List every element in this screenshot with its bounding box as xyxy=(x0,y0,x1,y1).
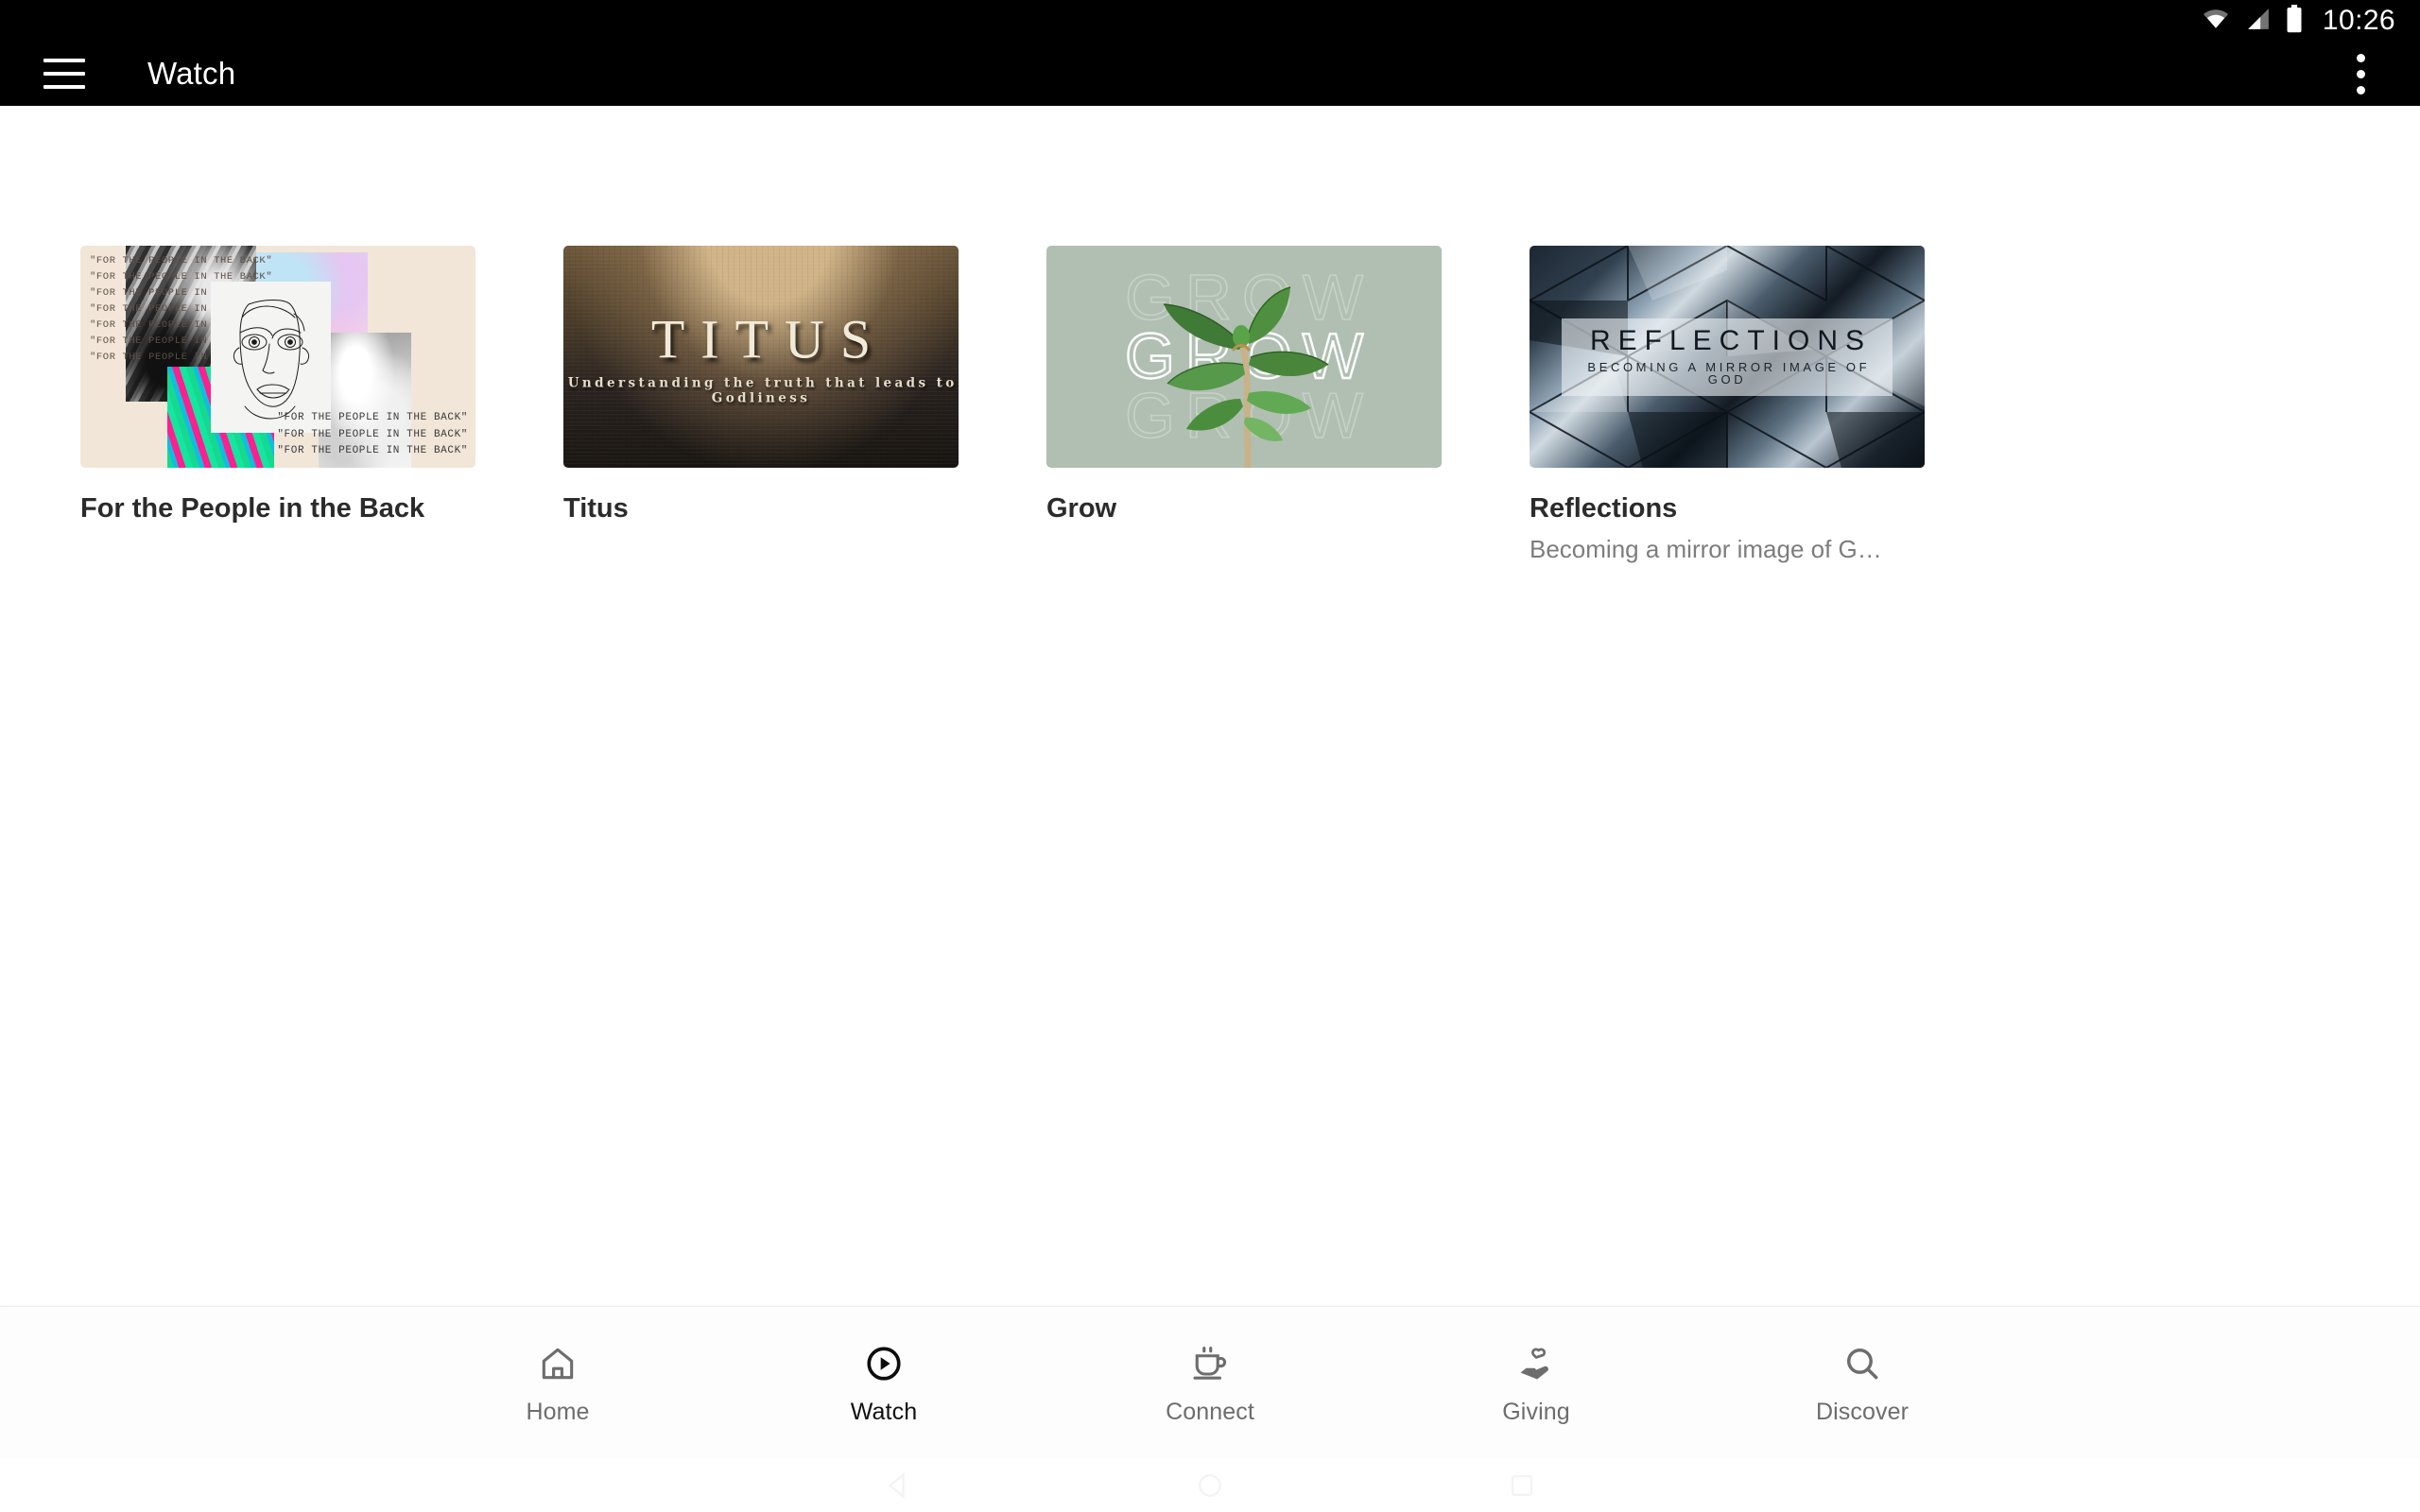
coffee-cup-icon xyxy=(1189,1341,1231,1386)
hamburger-menu-icon[interactable] xyxy=(43,59,85,89)
wifi-icon xyxy=(2200,7,2232,36)
series-grid: "FOR THE PEOPLE IN THE BACK" "FOR THE PEO… xyxy=(0,246,2420,565)
status-bar: 10:26 xyxy=(0,0,2420,42)
system-navigation-bar xyxy=(0,1459,2420,1512)
app-bar: Watch xyxy=(0,42,2420,106)
nav-label-discover: Discover xyxy=(1815,1398,1910,1425)
series-card-subtitle: Becoming a mirror image of G… xyxy=(1530,535,1882,564)
nav-item-home[interactable]: Home xyxy=(395,1341,721,1426)
nav-item-watch[interactable]: Watch xyxy=(721,1341,1047,1426)
reflections-artwork-title: REFLECTIONS xyxy=(1589,324,1873,356)
home-circle-icon[interactable] xyxy=(1054,1469,1366,1502)
back-triangle-icon[interactable] xyxy=(742,1469,1054,1502)
search-icon xyxy=(1841,1341,1883,1386)
titus-artwork-subtitle: Understanding the truth that leads to Go… xyxy=(567,375,958,406)
cellular-signal-icon xyxy=(2244,7,2273,36)
page-title: Watch xyxy=(147,56,236,91)
series-card[interactable]: GROW GROW GROW Grow xyxy=(1046,246,1442,565)
overflow-menu-icon[interactable] xyxy=(2339,45,2382,102)
reflections-artwork-text: REFLECTIONS BECOMING A MIRROR IMAGE OF G… xyxy=(1561,318,1893,396)
grow-artwork: GROW GROW GROW xyxy=(1046,246,1442,468)
status-bar-clock: 10:26 xyxy=(2322,5,2395,36)
series-card-title: Reflections xyxy=(1530,493,1678,524)
for-the-people-in-the-back-artwork: "FOR THE PEOPLE IN THE BACK" "FOR THE PEO… xyxy=(80,246,475,468)
reflections-artwork: REFLECTIONS BECOMING A MIRROR IMAGE OF G… xyxy=(1530,246,1925,468)
hand-heart-icon xyxy=(1515,1341,1557,1386)
series-card[interactable]: "FOR THE PEOPLE IN THE BACK" "FOR THE PEO… xyxy=(80,246,475,565)
nav-label-watch: Watch xyxy=(850,1398,918,1425)
series-card-title: For the People in the Back xyxy=(80,493,425,524)
nav-label-home: Home xyxy=(526,1398,590,1425)
nav-item-connect[interactable]: Connect xyxy=(1047,1341,1374,1426)
recents-square-icon[interactable] xyxy=(1366,1469,1678,1502)
play-circle-icon xyxy=(863,1341,905,1386)
titus-artwork-title: TITUS xyxy=(650,308,888,370)
status-bar-icons xyxy=(2200,4,2304,38)
reflections-artwork-subtitle: BECOMING A MIRROR IMAGE OF GOD xyxy=(1587,359,1871,387)
artwork-repeated-text-bottom: "FOR THE PEOPLE IN THE BACK" "FOR THE PEO… xyxy=(277,412,468,457)
watch-content-area: "FOR THE PEOPLE IN THE BACK" "FOR THE PEO… xyxy=(0,106,2420,1310)
nav-item-discover[interactable]: Discover xyxy=(1700,1341,2026,1426)
bottom-navigation-bar: Home Watch Connect Giving Discover xyxy=(0,1306,2420,1459)
series-card-title: Grow xyxy=(1046,493,1117,524)
nav-label-connect: Connect xyxy=(1166,1398,1254,1425)
nav-item-giving[interactable]: Giving xyxy=(1374,1341,1700,1426)
series-card[interactable]: REFLECTIONS BECOMING A MIRROR IMAGE OF G… xyxy=(1530,246,1925,565)
home-icon xyxy=(537,1341,579,1386)
app-screen: 10:26 Watch "FOR THE PEOPLE IN THE BACK"… xyxy=(0,0,2420,1512)
battery-icon xyxy=(2285,4,2304,38)
plant-sprig-icon xyxy=(1046,246,1442,468)
series-card[interactable]: TITUS Understanding the truth that leads… xyxy=(563,246,959,565)
series-card-title: Titus xyxy=(563,493,629,524)
nav-label-giving: Giving xyxy=(1502,1398,1570,1425)
titus-artwork-text: TITUS Understanding the truth that leads… xyxy=(563,308,959,406)
titus-artwork: TITUS Understanding the truth that leads… xyxy=(563,246,959,468)
